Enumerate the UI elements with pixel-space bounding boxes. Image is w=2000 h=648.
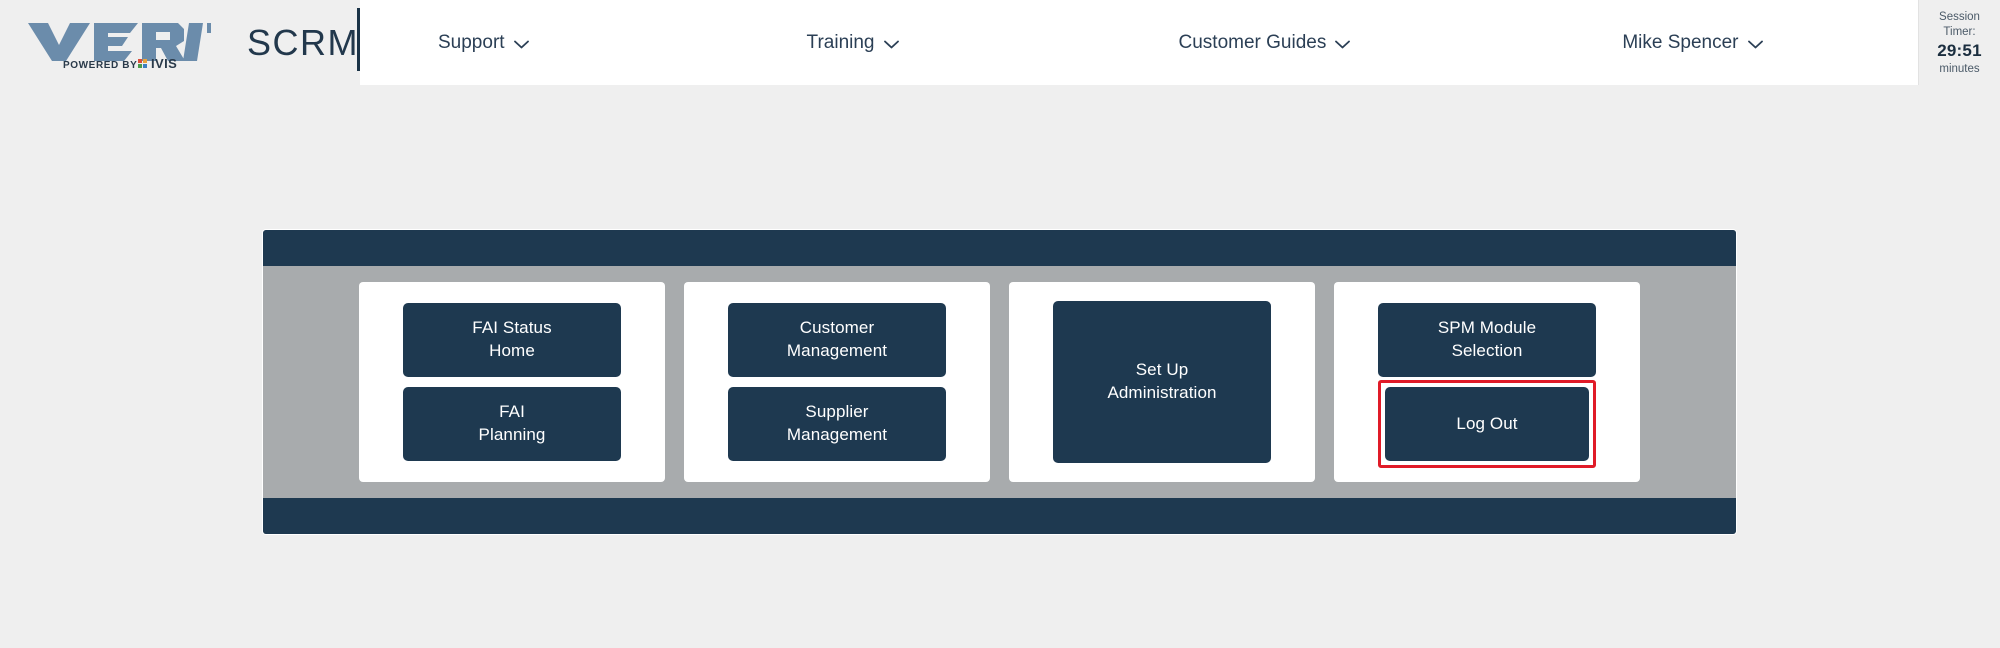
brand-zone: POWERED BY IVIS SCRM (0, 0, 360, 85)
supplier-management-label-line: Management (786, 425, 888, 444)
user-menu-label: Mike Spencer (1622, 32, 1739, 53)
spm-module-selection-label: SPM Module Selection (1438, 317, 1536, 362)
chevron-down-icon (1747, 40, 1763, 49)
app-title: SCRM (247, 21, 359, 63)
tile-wrap: SPM Module Selection (1378, 303, 1596, 377)
panel-bottom-bar (263, 498, 1736, 534)
module-card-administration: Set Up Administration (1009, 282, 1315, 482)
nav-item-customer-guides-label: Customer Guides (1178, 32, 1327, 53)
fai-status-home-label-line: FAI Status (472, 318, 552, 338)
fai-planning-label-line: FAI (499, 402, 525, 422)
fai-planning-label: FAI Planning (479, 401, 546, 446)
session-timer-label-2: Timer: (1943, 25, 1976, 38)
tile-wrap: Supplier Management (728, 387, 946, 461)
chevron-down-icon (883, 40, 899, 49)
panel-top-bar (263, 230, 1736, 266)
chevron-down-icon (1335, 40, 1351, 49)
supplier-management-label-line: Supplier (805, 402, 869, 422)
log-out-label-line: Log Out (1456, 413, 1518, 433)
app-header: POWERED BY IVIS SCRM Support Training Cu… (0, 0, 2000, 85)
session-timer-value: 29:51 (1937, 40, 1982, 60)
session-timer: Session Timer: 29:51 minutes (1918, 0, 2000, 85)
main-content: FAI Status Home FAI Planning Customer Managem… (0, 85, 2000, 648)
brand-divider (357, 8, 360, 71)
user-menu[interactable]: Mike Spencer (1622, 32, 1763, 53)
module-card-management: Customer Management Supplier Management (684, 282, 990, 482)
highlight-box: Log Out (1378, 380, 1596, 468)
customer-management-label-line: Customer (799, 318, 875, 338)
fai-planning-button[interactable]: FAI Planning (403, 387, 621, 461)
log-out-button[interactable]: Log Out (1385, 387, 1589, 461)
set-up-administration-label-line: Set Up (1135, 360, 1189, 380)
module-card-spm: SPM Module Selection Log Out (1334, 282, 1640, 482)
tile-wrap: Customer Management (728, 303, 946, 377)
fai-planning-label-line: Planning (478, 425, 546, 444)
set-up-administration-label-line: Administration (1107, 383, 1217, 402)
module-card-row: FAI Status Home FAI Planning Customer Managem… (263, 266, 1736, 498)
chevron-down-icon (513, 40, 529, 49)
tile-wrap: FAI Planning (403, 387, 621, 461)
nav-item-training[interactable]: Training (807, 33, 899, 52)
set-up-administration-button[interactable]: Set Up Administration (1053, 301, 1271, 463)
svg-text:IVIS: IVIS (151, 56, 177, 69)
fai-status-home-button[interactable]: FAI Status Home (403, 303, 621, 377)
svg-text:POWERED BY: POWERED BY (63, 60, 137, 69)
spm-module-selection-button[interactable]: SPM Module Selection (1378, 303, 1596, 377)
customer-management-label: Customer Management (787, 317, 887, 362)
log-out-label: Log Out (1456, 413, 1517, 436)
nav-item-support-label: Support (438, 32, 505, 53)
nav-item-support[interactable]: Support (438, 33, 529, 52)
customer-management-button[interactable]: Customer Management (728, 303, 946, 377)
supplier-management-button[interactable]: Supplier Management (728, 387, 946, 461)
nav-item-customer-guides[interactable]: Customer Guides (1179, 33, 1351, 52)
module-panel: FAI Status Home FAI Planning Customer Managem… (263, 230, 1736, 534)
main-navigation: Support Training Customer Guides Mike Sp… (360, 0, 1918, 85)
fai-status-home-label-line: Home (489, 341, 535, 360)
spm-module-selection-label-line: Selection (1451, 341, 1523, 360)
verify-logo-svg: POWERED BY IVIS (28, 22, 211, 69)
nav-item-training-label: Training (806, 32, 875, 53)
customer-management-label-line: Management (786, 341, 888, 360)
set-up-administration-label: Set Up Administration (1107, 359, 1216, 404)
tile-wrap: FAI Status Home (403, 303, 621, 377)
supplier-management-label: Supplier Management (787, 401, 887, 446)
tile-wrap: Set Up Administration (1053, 301, 1271, 463)
module-card-fai: FAI Status Home FAI Planning (359, 282, 665, 482)
fai-status-home-label: FAI Status Home (472, 317, 551, 362)
session-timer-unit: minutes (1939, 62, 1980, 75)
session-timer-label-1: Session (1939, 11, 1980, 24)
verify-logo[interactable]: POWERED BY IVIS (26, 17, 211, 69)
spm-module-selection-label-line: SPM Module (1437, 318, 1537, 338)
